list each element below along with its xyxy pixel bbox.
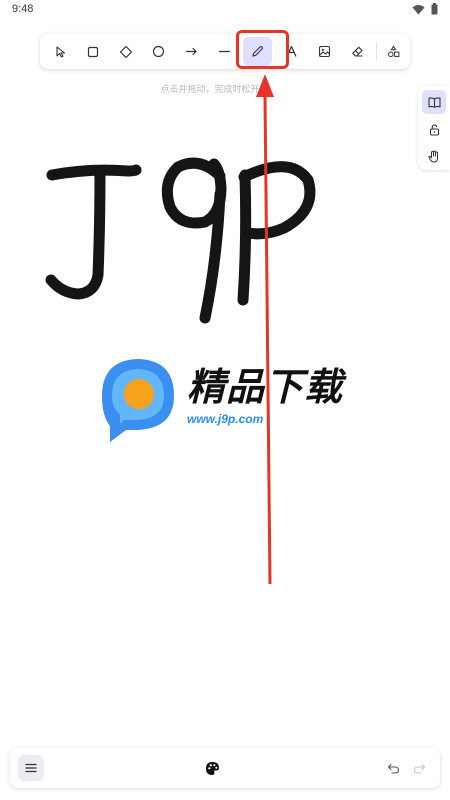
eraser-icon xyxy=(352,46,363,57)
image-icon xyxy=(318,45,331,58)
side-panel xyxy=(418,86,450,170)
tool-arrow[interactable] xyxy=(177,37,206,66)
tool-diamond[interactable] xyxy=(111,37,140,66)
circle-icon xyxy=(152,45,165,58)
redo-icon xyxy=(413,763,425,774)
tool-line[interactable] xyxy=(210,37,239,66)
tool-ellipse[interactable] xyxy=(144,37,173,66)
hand-button[interactable] xyxy=(422,144,446,168)
color-palette-button[interactable] xyxy=(200,756,224,780)
bottom-bar xyxy=(10,748,440,788)
line-icon xyxy=(218,50,231,53)
book-icon xyxy=(427,96,441,108)
shapes-icon xyxy=(388,45,400,58)
arrow-right-icon xyxy=(185,47,197,56)
lock-icon xyxy=(429,124,439,136)
toolbar xyxy=(40,34,410,69)
annotation-arrow xyxy=(256,74,274,585)
lock-button[interactable] xyxy=(422,118,446,142)
tool-selection[interactable] xyxy=(46,37,75,66)
diamond-icon xyxy=(119,45,132,58)
cursor-icon xyxy=(55,45,65,58)
hamburger-icon xyxy=(25,763,37,773)
hand-icon xyxy=(428,150,438,162)
library-button[interactable] xyxy=(422,90,446,114)
annotation-highlight-box xyxy=(236,30,289,69)
toolbar-divider xyxy=(376,42,377,61)
tool-eraser[interactable] xyxy=(343,37,372,66)
redo-button[interactable] xyxy=(408,757,430,779)
square-icon xyxy=(87,46,98,57)
tool-image[interactable] xyxy=(310,37,339,66)
undo-button[interactable] xyxy=(382,757,404,779)
main-menu-button[interactable] xyxy=(18,755,44,781)
canvas-hint: 点击并拖动，完成时松开 xyxy=(160,84,260,94)
undo-icon xyxy=(387,763,399,774)
palette-icon xyxy=(205,761,219,775)
tool-more-shapes[interactable] xyxy=(379,37,408,66)
tool-rectangle[interactable] xyxy=(78,37,107,66)
